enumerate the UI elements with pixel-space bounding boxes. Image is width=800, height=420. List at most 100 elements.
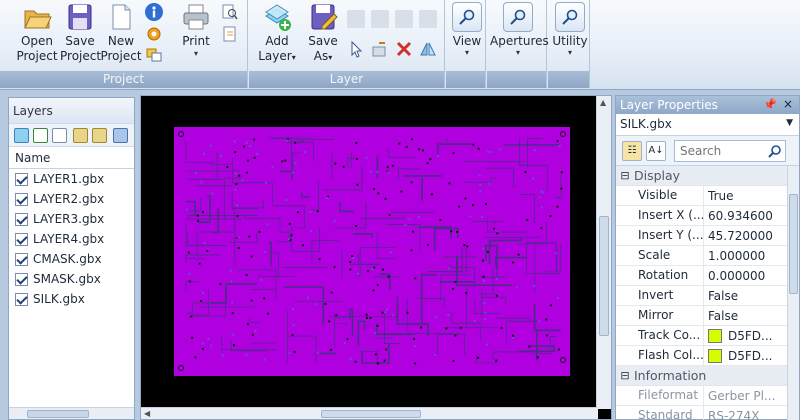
- search-icon: [768, 145, 781, 158]
- scroll-up-arrow-icon[interactable]: ▲: [600, 98, 606, 107]
- layer-row[interactable]: CMASK.gbx: [9, 249, 134, 269]
- scroll-thumb[interactable]: [321, 410, 421, 418]
- magnifier-icon: [452, 2, 482, 32]
- print-preview-icon[interactable]: [221, 3, 239, 21]
- magnifier-icon: [555, 2, 585, 32]
- close-icon[interactable]: ×: [783, 97, 793, 111]
- view-group: View ▾: [446, 0, 486, 88]
- layer-properties-header: Layer Properties 📌 ×: [616, 96, 799, 114]
- pin-icon[interactable]: 📌: [763, 98, 777, 111]
- layer-row[interactable]: LAYER2.gbx: [9, 189, 134, 209]
- sort-alphabetical-icon[interactable]: A↓: [646, 141, 666, 161]
- checkbox[interactable]: [15, 232, 28, 246]
- save-as-button[interactable]: Save As▾: [303, 2, 343, 65]
- move-down-icon[interactable]: [92, 128, 107, 143]
- layer-properties-panel: Layer Properties 📌 × SILK.gbx ▼ ☷ A↓ ⊟Di…: [615, 95, 800, 420]
- layer-row[interactable]: SILK.gbx: [9, 289, 134, 309]
- layers-panel-title: Layers: [9, 98, 134, 123]
- property-row[interactable]: Insert X (... 60.934600: [616, 206, 799, 226]
- layer-copy-icon[interactable]: [371, 10, 389, 28]
- layer-row[interactable]: SMASK.gbx: [9, 269, 134, 289]
- property-grid: ⊟ Display Visible True Insert X (... 60.934…: [616, 166, 799, 420]
- move-up-icon[interactable]: [73, 128, 88, 143]
- layer-move-icon[interactable]: [347, 10, 365, 28]
- layer-group: Add Layer▾ Save As▾ Layer: [249, 0, 445, 88]
- select-pointer-icon[interactable]: [347, 40, 365, 58]
- check-all-icon[interactable]: [33, 128, 48, 143]
- gerber-canvas[interactable]: ▲ ◀: [140, 95, 612, 420]
- property-row[interactable]: Mirror False: [616, 306, 799, 326]
- canvas-vertical-scrollbar[interactable]: ▲: [596, 96, 611, 409]
- collapse-icon[interactable]: ⊟: [616, 369, 634, 382]
- property-row[interactable]: Rotation 0.000000: [616, 266, 799, 286]
- chevron-down-icon: ▾: [464, 48, 469, 57]
- canvas-horizontal-scrollbar[interactable]: ◀: [141, 407, 598, 419]
- view-button[interactable]: View ▾: [450, 2, 484, 58]
- property-row[interactable]: Visible True: [616, 186, 799, 206]
- properties-scrollbar[interactable]: [787, 166, 799, 420]
- new-project-button[interactable]: New Project: [100, 2, 142, 64]
- layer-rotate-icon[interactable]: [419, 10, 437, 28]
- chevron-down-icon: ▾: [291, 53, 296, 62]
- property-row[interactable]: Insert Y (... 45.720000: [616, 226, 799, 246]
- layer-flip-icon[interactable]: [395, 10, 413, 28]
- checkbox[interactable]: [15, 212, 28, 226]
- property-row[interactable]: Flash Col... D5FD...: [616, 346, 799, 366]
- properties-toolbar: ☷ A↓: [616, 136, 799, 166]
- info-icon[interactable]: [145, 3, 163, 21]
- color-swatch: [708, 348, 722, 363]
- layer-selector[interactable]: SILK.gbx ▼: [616, 114, 799, 136]
- print-button[interactable]: Print ▾: [174, 2, 218, 59]
- property-row[interactable]: Invert False: [616, 286, 799, 306]
- chevron-down-icon: ▼: [786, 118, 793, 128]
- open-project-button[interactable]: Open Project: [14, 2, 60, 64]
- layer-row[interactable]: LAYER4.gbx: [9, 229, 134, 249]
- collapse-icon[interactable]: ⊟: [616, 169, 634, 182]
- apertures-button[interactable]: Apertures ▾: [490, 2, 549, 58]
- checkbox[interactable]: [15, 292, 28, 306]
- checkbox[interactable]: [15, 172, 28, 186]
- add-layer-button[interactable]: Add Layer▾: [254, 2, 300, 65]
- new-document-icon: [112, 4, 131, 30]
- property-row[interactable]: Scale 1.000000: [616, 246, 799, 266]
- scroll-thumb[interactable]: [599, 216, 609, 336]
- checkbox[interactable]: [15, 192, 28, 206]
- gear-icon[interactable]: [145, 25, 163, 43]
- layers-panel: Layers Name LAYER1.gbx LAYER2.gbx LAYER3…: [8, 97, 135, 420]
- layers-horizontal-scrollbar[interactable]: [9, 407, 134, 419]
- page-setup-icon[interactable]: [221, 25, 239, 43]
- panel-title: Layer Properties: [620, 98, 718, 112]
- checkbox[interactable]: [15, 252, 28, 266]
- delete-icon[interactable]: [395, 40, 413, 58]
- property-row[interactable]: Standard RS-274X: [616, 406, 799, 420]
- add-layer-icon: [265, 4, 291, 31]
- utility-group: Utility ▾: [548, 0, 590, 88]
- windows-icon[interactable]: [145, 46, 163, 64]
- layer-list: LAYER1.gbx LAYER2.gbx LAYER3.gbx LAYER4.…: [9, 169, 134, 309]
- name-column-header[interactable]: Name: [9, 147, 134, 169]
- project-group: Open Project Save Project New Project Pr…: [0, 0, 248, 88]
- add-layer-icon[interactable]: [14, 128, 29, 143]
- layer-group-caption: Layer: [249, 71, 444, 88]
- layer-row[interactable]: LAYER1.gbx: [9, 169, 134, 189]
- save-project-button[interactable]: Save Project: [60, 2, 101, 64]
- mirror-icon[interactable]: [419, 40, 437, 58]
- checkbox[interactable]: [15, 272, 28, 286]
- floppy-disk-icon: [68, 4, 92, 30]
- scroll-left-arrow-icon[interactable]: ◀: [144, 409, 150, 418]
- arrow-up-icon[interactable]: [113, 128, 128, 143]
- property-row[interactable]: Fileformat Gerber Pl...: [616, 386, 799, 406]
- display-category[interactable]: ⊟ Display: [616, 166, 799, 186]
- scroll-thumb[interactable]: [27, 410, 89, 418]
- categorized-icon[interactable]: ☷: [622, 141, 642, 161]
- layer-row[interactable]: LAYER3.gbx: [9, 209, 134, 229]
- property-row[interactable]: Track Co... D5FD...: [616, 326, 799, 346]
- utility-button[interactable]: Utility ▾: [550, 2, 590, 58]
- information-category[interactable]: ⊟ Information: [616, 366, 799, 386]
- chevron-down-icon: ▾: [328, 53, 333, 62]
- chevron-down-icon: ▾: [567, 48, 572, 57]
- uncheck-all-icon[interactable]: [52, 128, 67, 143]
- layer-edit-icon[interactable]: [371, 40, 389, 58]
- scroll-thumb[interactable]: [789, 194, 798, 294]
- pcb-board-view[interactable]: [141, 96, 598, 409]
